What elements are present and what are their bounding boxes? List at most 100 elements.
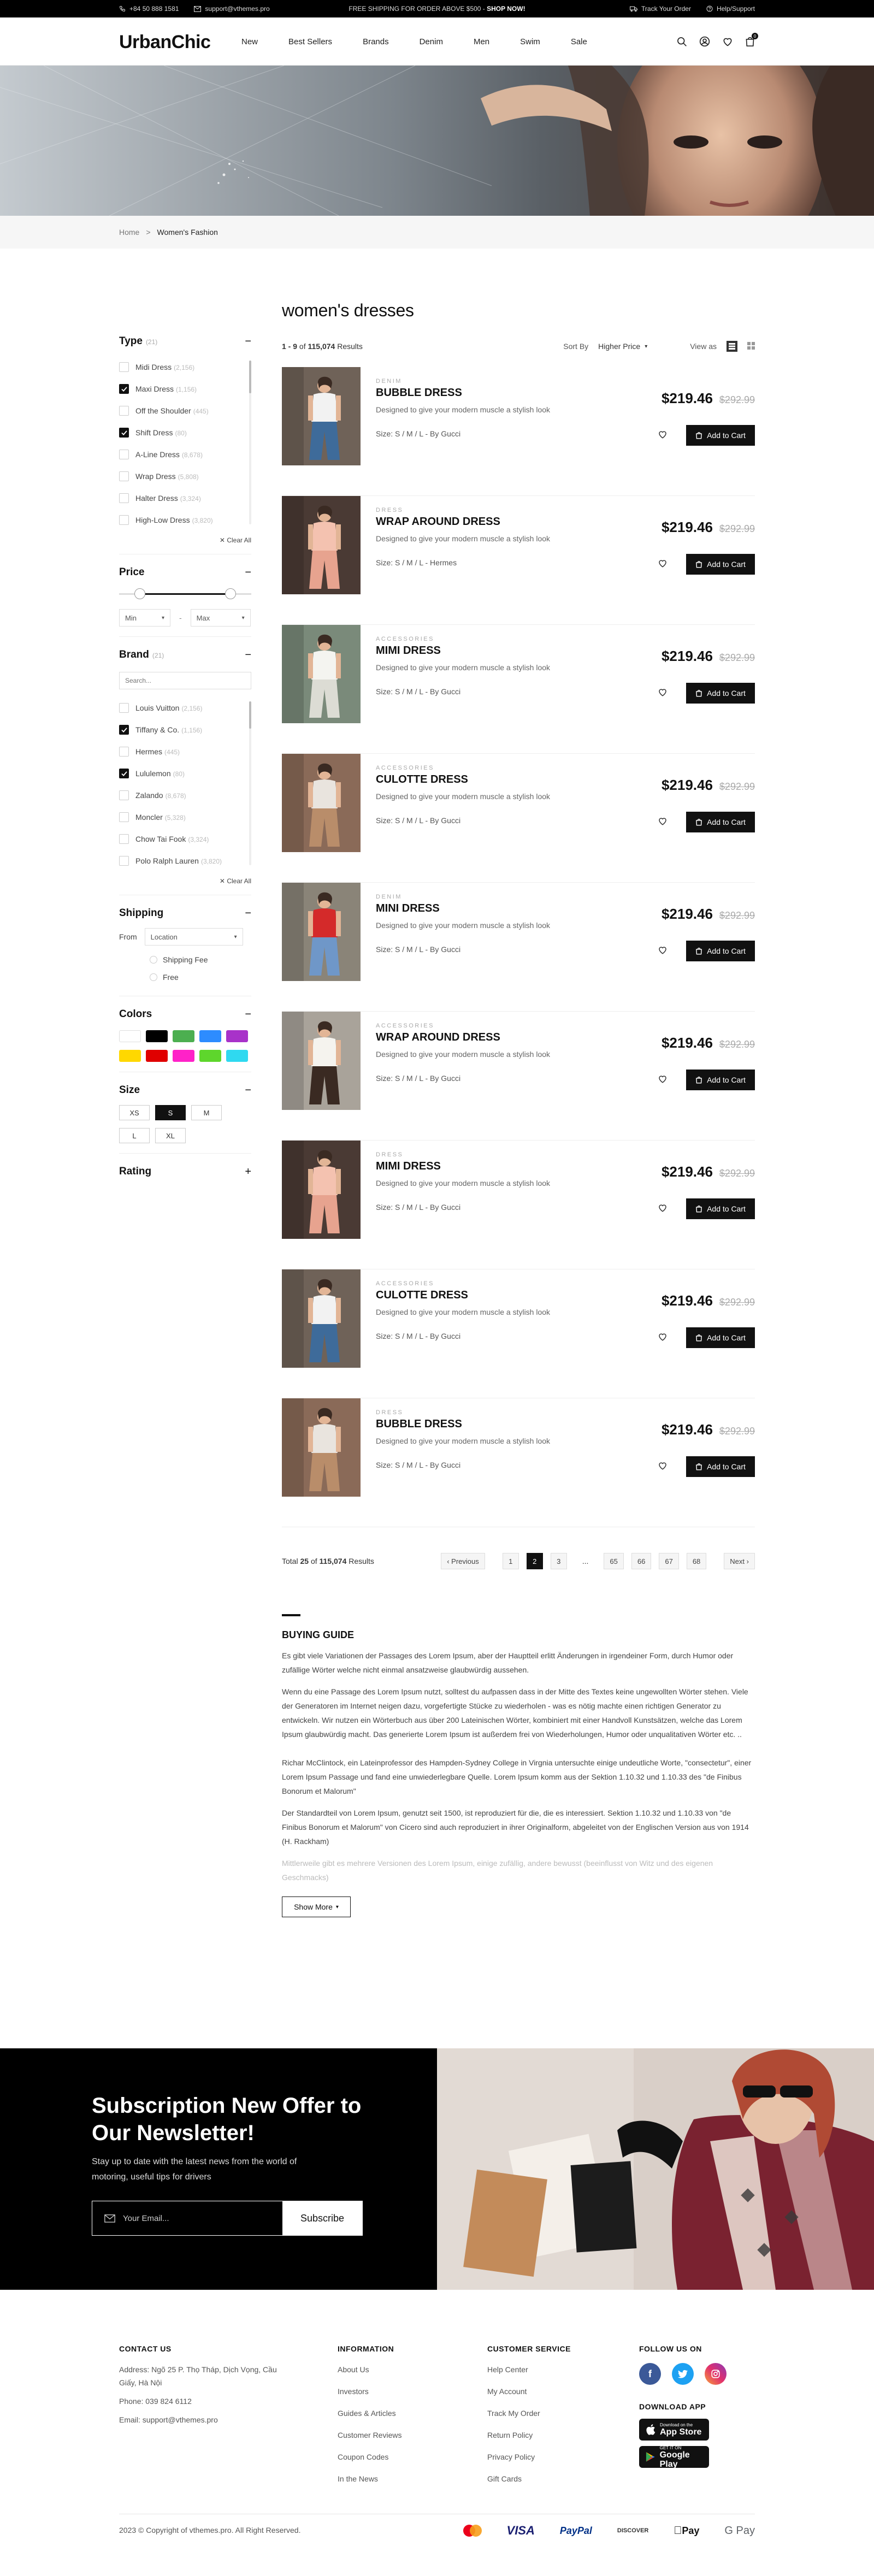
- newsletter-email-input[interactable]: Your Email...: [92, 2201, 282, 2235]
- checkbox[interactable]: [119, 493, 129, 503]
- product-name[interactable]: WRAP AROUND DRESS: [376, 1031, 500, 1044]
- google-play-button[interactable]: GET IT ON Google Play: [639, 2445, 709, 2469]
- color-swatch[interactable]: [173, 1030, 194, 1042]
- footer-info-link[interactable]: Investors: [338, 2386, 401, 2397]
- add-to-cart-button[interactable]: Add to Cart: [686, 1456, 755, 1477]
- add-to-cart-button[interactable]: Add to Cart: [686, 425, 755, 446]
- scrollbar[interactable]: [249, 361, 251, 524]
- topbar-phone[interactable]: +84 50 888 1581: [119, 5, 179, 13]
- topbar-email[interactable]: support@vthemes.pro: [194, 5, 270, 13]
- type-option[interactable]: Off the Shoulder (445): [119, 400, 240, 422]
- type-option[interactable]: Midi Dress (2,156): [119, 356, 240, 378]
- add-to-cart-button[interactable]: Add to Cart: [686, 941, 755, 961]
- radio-button[interactable]: [150, 956, 157, 964]
- size-option[interactable]: L: [119, 1128, 150, 1143]
- collapse-icon[interactable]: −: [245, 335, 251, 348]
- app-store-button[interactable]: Download on the App Store: [639, 2419, 709, 2441]
- brand-option[interactable]: Moncler (5,328): [119, 806, 240, 828]
- filter-price-header[interactable]: Price −: [119, 564, 251, 581]
- sort-select[interactable]: Higher Price ▾: [598, 342, 647, 351]
- product-name[interactable]: MINI DRESS: [376, 902, 440, 915]
- wishlist-heart-icon[interactable]: [658, 1461, 668, 1472]
- nav-men[interactable]: Men: [474, 37, 489, 46]
- shipping-free-option[interactable]: Free: [150, 968, 251, 986]
- checkbox[interactable]: [119, 856, 129, 866]
- color-swatch[interactable]: [173, 1050, 194, 1062]
- brand-option[interactable]: Louis Vuitton (2,156): [119, 697, 240, 719]
- type-option[interactable]: Wrap Dress (5,808): [119, 465, 240, 487]
- twitter-icon[interactable]: [672, 2363, 694, 2385]
- promo-link[interactable]: SHOP NOW!: [487, 5, 525, 13]
- color-swatch[interactable]: [119, 1050, 141, 1062]
- brand-option[interactable]: Tiffany & Co. (1,156): [119, 719, 240, 741]
- product-image[interactable]: [282, 1141, 361, 1239]
- product-name[interactable]: BUBBLE DRESS: [376, 387, 462, 399]
- filter-brand-header[interactable]: Brand (21) −: [119, 647, 251, 663]
- footer-service-link[interactable]: Privacy Policy: [487, 2451, 571, 2462]
- add-to-cart-button[interactable]: Add to Cart: [686, 1198, 755, 1219]
- page-button[interactable]: 68: [686, 1553, 707, 1569]
- product-image[interactable]: [282, 1012, 361, 1110]
- collapse-icon[interactable]: −: [245, 1008, 251, 1021]
- type-option[interactable]: Shift Dress (80): [119, 422, 240, 444]
- wishlist-heart-icon[interactable]: [658, 429, 668, 441]
- grid-view-icon[interactable]: [747, 341, 755, 351]
- page-button[interactable]: 66: [631, 1553, 652, 1569]
- filter-rating-header[interactable]: Rating +: [119, 1163, 251, 1180]
- price-max-handle[interactable]: [225, 588, 236, 599]
- facebook-icon[interactable]: f: [639, 2363, 661, 2385]
- collapse-icon[interactable]: −: [245, 1084, 251, 1097]
- footer-info-link[interactable]: Coupon Codes: [338, 2451, 401, 2462]
- search-icon[interactable]: [676, 36, 687, 47]
- collapse-icon[interactable]: −: [245, 907, 251, 920]
- wishlist-heart-icon[interactable]: [658, 687, 668, 699]
- checkbox[interactable]: [119, 362, 129, 372]
- nav-sale[interactable]: Sale: [571, 37, 587, 46]
- brand-option[interactable]: Zalando (8,678): [119, 784, 240, 806]
- next-page-button[interactable]: Next ›: [724, 1553, 755, 1569]
- wishlist-heart-icon[interactable]: [658, 945, 668, 956]
- footer-info-link[interactable]: In the News: [338, 2473, 401, 2484]
- product-name[interactable]: CULOTTE DRESS: [376, 1289, 468, 1302]
- breadcrumb-home[interactable]: Home: [119, 228, 139, 237]
- product-name[interactable]: CULOTTE DRESS: [376, 773, 468, 786]
- brand-option[interactable]: Polo Ralph Lauren (3,820): [119, 850, 240, 872]
- brand-option[interactable]: Hermes (445): [119, 741, 240, 763]
- checkbox[interactable]: [119, 834, 129, 844]
- color-swatch[interactable]: [226, 1050, 248, 1062]
- instagram-icon[interactable]: [705, 2363, 727, 2385]
- wishlist-heart-icon[interactable]: [658, 558, 668, 570]
- checkbox[interactable]: [119, 769, 129, 778]
- size-option[interactable]: XL: [155, 1128, 186, 1143]
- list-view-icon[interactable]: [727, 341, 737, 352]
- wishlist-heart-icon[interactable]: [658, 1203, 668, 1214]
- page-button[interactable]: 3: [550, 1553, 567, 1569]
- checkbox[interactable]: [119, 428, 129, 438]
- page-button[interactable]: 65: [604, 1553, 624, 1569]
- product-image[interactable]: [282, 496, 361, 594]
- checkbox[interactable]: [119, 725, 129, 735]
- brand-search-input[interactable]: [119, 672, 251, 689]
- footer-info-link[interactable]: Customer Reviews: [338, 2430, 401, 2441]
- brand-option[interactable]: Lululemon (80): [119, 763, 240, 784]
- wishlist-heart-icon[interactable]: [658, 816, 668, 828]
- checkbox[interactable]: [119, 384, 129, 394]
- nav-best-sellers[interactable]: Best Sellers: [288, 37, 332, 46]
- footer-info-link[interactable]: Guides & Articles: [338, 2408, 401, 2419]
- add-to-cart-button[interactable]: Add to Cart: [686, 683, 755, 704]
- checkbox[interactable]: [119, 812, 129, 822]
- price-max-select[interactable]: Max ▾: [190, 609, 251, 627]
- product-name[interactable]: MIMI DRESS: [376, 1160, 441, 1173]
- page-button[interactable]: 1: [502, 1553, 519, 1569]
- page-button[interactable]: 2: [526, 1553, 543, 1569]
- price-slider[interactable]: [119, 585, 251, 605]
- product-image[interactable]: [282, 367, 361, 465]
- type-option[interactable]: Maxi Dress (1,156): [119, 378, 240, 400]
- checkbox[interactable]: [119, 515, 129, 525]
- product-name[interactable]: WRAP AROUND DRESS: [376, 516, 500, 528]
- product-name[interactable]: BUBBLE DRESS: [376, 1418, 462, 1431]
- checkbox[interactable]: [119, 450, 129, 459]
- show-more-button[interactable]: Show More ▾: [282, 1896, 351, 1917]
- nav-brands[interactable]: Brands: [363, 37, 389, 46]
- color-swatch[interactable]: [146, 1050, 168, 1062]
